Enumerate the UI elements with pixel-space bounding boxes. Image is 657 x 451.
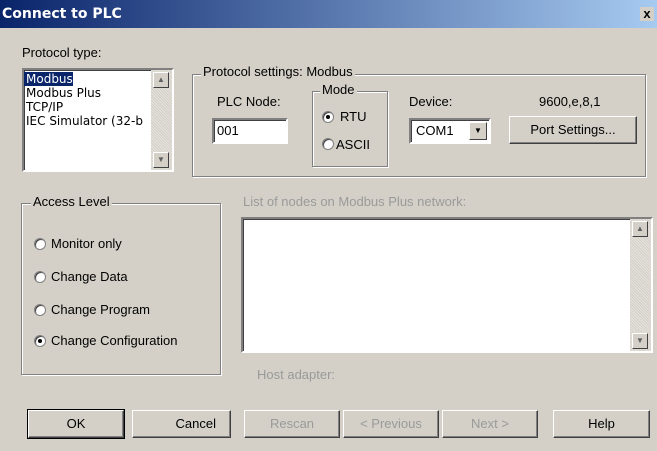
- cancel-button[interactable]: Cancel: [132, 410, 231, 438]
- device-label: Device:: [409, 94, 453, 109]
- access-level-group: [21, 203, 221, 375]
- mode-rtu-radio[interactable]: [322, 111, 334, 123]
- scroll-down-arrow-icon[interactable]: ▼: [153, 152, 169, 168]
- host-adapter-label: Host adapter:: [257, 367, 336, 382]
- help-button[interactable]: Help: [553, 410, 650, 438]
- protocol-settings-legend: Protocol settings: Modbus: [201, 64, 355, 79]
- protocol-item-modbus[interactable]: Modbus: [24, 72, 73, 86]
- protocol-item-modbus-plus[interactable]: Modbus Plus: [24, 86, 101, 100]
- access-change-program-label: Change Program: [51, 302, 150, 317]
- protocol-type-listbox[interactable]: Modbus Modbus Plus TCP/IP IEC Simulator …: [22, 68, 174, 172]
- protocol-item-iec-simulator[interactable]: IEC Simulator (32-b: [24, 114, 143, 128]
- access-change-data-label: Change Data: [51, 269, 128, 284]
- protocol-item-tcpip[interactable]: TCP/IP: [24, 100, 63, 114]
- ok-button[interactable]: OK: [27, 409, 125, 439]
- access-change-program-radio[interactable]: [34, 304, 46, 316]
- previous-button[interactable]: < Previous: [343, 410, 439, 438]
- access-monitor-only-label: Monitor only: [51, 236, 122, 251]
- scroll-up-arrow-icon[interactable]: ▲: [632, 221, 648, 237]
- connect-to-plc-dialog: Connect to PLC x Protocol type: Modbus M…: [0, 0, 657, 451]
- rescan-button[interactable]: Rescan: [244, 410, 340, 438]
- plc-node-value: 001: [217, 123, 239, 138]
- title-bar: Connect to PLC x: [0, 0, 657, 28]
- mode-group: [312, 91, 388, 167]
- plc-node-label: PLC Node:: [217, 94, 281, 109]
- scroll-down-arrow-icon[interactable]: ▼: [632, 333, 648, 349]
- protocol-type-label: Protocol type:: [22, 45, 102, 60]
- close-button[interactable]: x: [640, 7, 654, 21]
- port-params-text: 9600,e,8,1: [539, 94, 601, 109]
- scroll-up-arrow-icon[interactable]: ▲: [153, 72, 169, 88]
- node-list-scrollbar[interactable]: [630, 219, 651, 351]
- access-change-configuration-radio[interactable]: [34, 335, 46, 347]
- access-change-data-radio[interactable]: [34, 271, 46, 283]
- next-button[interactable]: Next >: [442, 410, 538, 438]
- window-title: Connect to PLC: [2, 6, 122, 22]
- device-value: COM1: [416, 123, 454, 138]
- node-list[interactable]: ▲ ▼: [241, 217, 653, 353]
- device-dropdown[interactable]: COM1 ▼: [409, 118, 491, 144]
- mode-ascii-radio[interactable]: [322, 138, 334, 150]
- dropdown-arrow-icon[interactable]: ▼: [469, 122, 487, 140]
- access-change-configuration-label: Change Configuration: [51, 333, 178, 348]
- node-list-label: List of nodes on Modbus Plus network:: [243, 194, 467, 209]
- mode-ascii-label: ASCII: [336, 137, 370, 152]
- mode-legend: Mode: [320, 82, 357, 97]
- access-level-legend: Access Level: [31, 194, 112, 209]
- mode-rtu-label: RTU: [340, 109, 367, 124]
- access-monitor-only-radio[interactable]: [34, 238, 46, 250]
- port-settings-button[interactable]: Port Settings...: [509, 116, 637, 144]
- plc-node-input[interactable]: 001: [212, 118, 288, 144]
